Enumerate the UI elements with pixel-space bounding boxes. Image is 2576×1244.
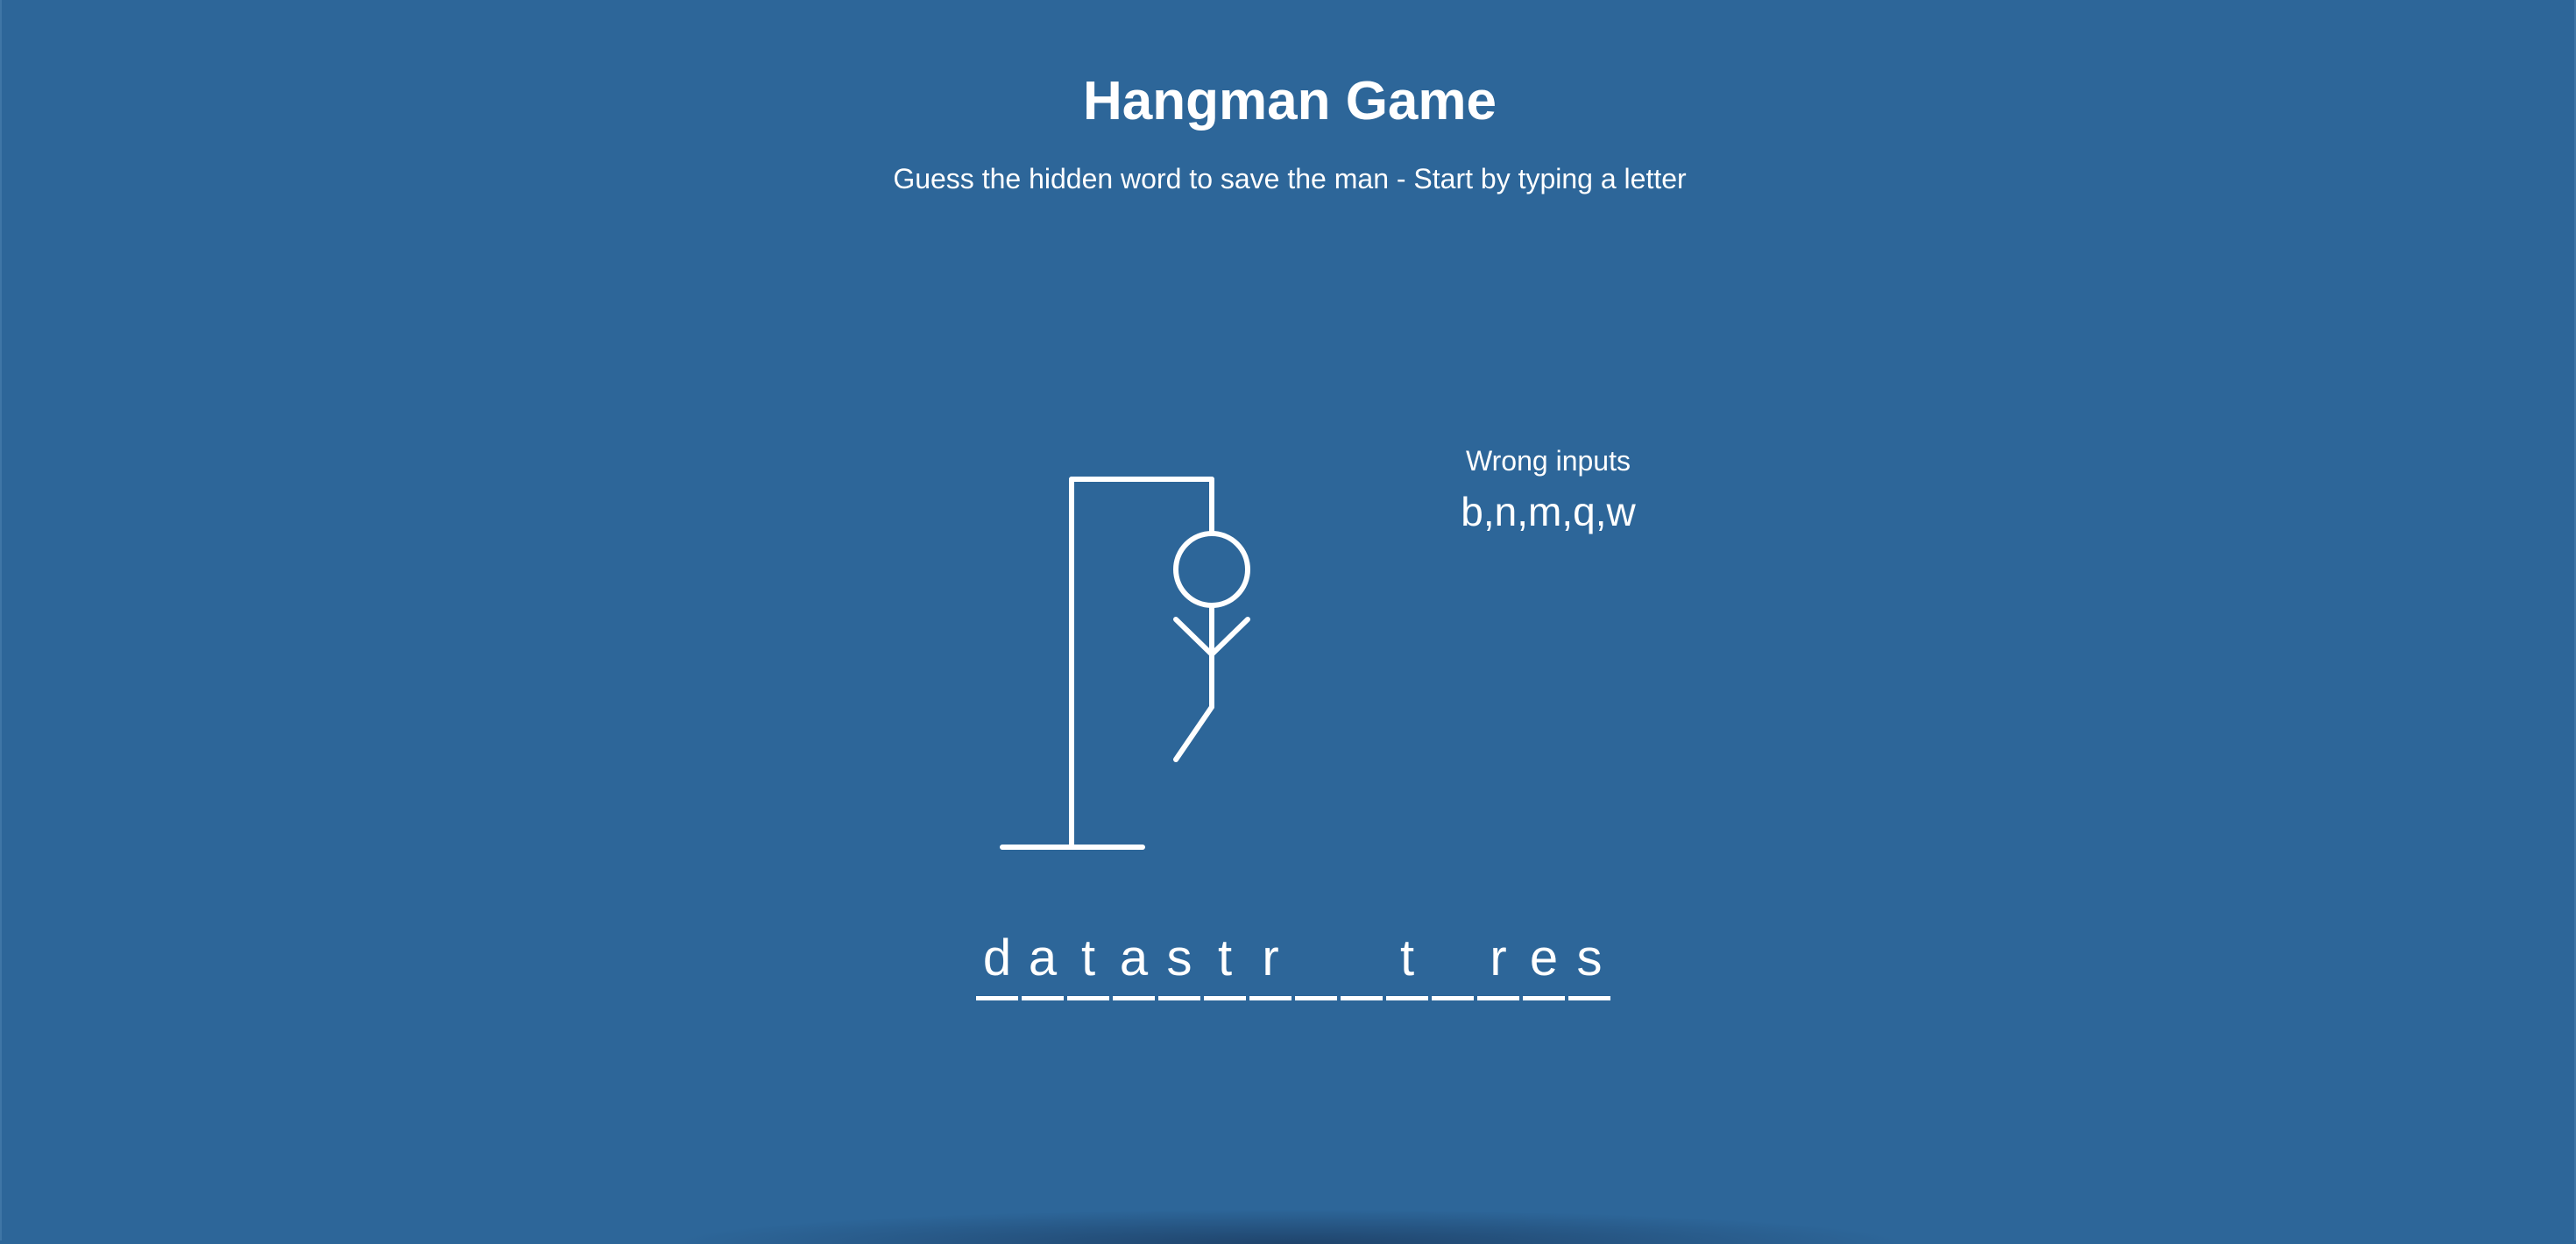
letter-slot: t xyxy=(1202,922,1248,1000)
wrong-inputs-letters: b,n,m,q,w xyxy=(1461,489,1636,534)
letter-underline xyxy=(1568,996,1610,1000)
letter-slot: t xyxy=(1384,922,1430,1000)
hangman-right-arm xyxy=(1209,617,1250,657)
letter-slot: d xyxy=(974,922,1020,1000)
hangman-drawing xyxy=(1000,477,1250,850)
letter-slot: r xyxy=(1248,922,1293,1000)
hidden-word: datastrtres xyxy=(974,922,1612,1000)
letter-char: a xyxy=(1119,929,1149,986)
letter-underline xyxy=(1113,996,1155,1000)
page-title: Hangman Game xyxy=(1082,71,1497,131)
letter-char: a xyxy=(1028,929,1058,986)
letter-underline xyxy=(1067,996,1109,1000)
letter-char: s xyxy=(1576,929,1603,986)
instructions-text: Guess the hidden word to save the man - … xyxy=(893,163,1687,194)
wrong-inputs-panel: Wrong inputs b,n,m,q,w xyxy=(1421,438,1675,540)
game-page: Hangman Game Guess the hidden word to sa… xyxy=(0,0,2576,1244)
letter-underline xyxy=(1341,996,1383,1000)
letter-slot: t xyxy=(1065,922,1111,1000)
letter-char: d xyxy=(982,929,1012,986)
letter-char: s xyxy=(1166,929,1192,986)
letter-underline xyxy=(1477,996,1519,1000)
letter-slot: a xyxy=(1111,922,1157,1000)
letter-char: r xyxy=(1262,929,1279,986)
letter-char: t xyxy=(1217,929,1233,986)
letter-char: r xyxy=(1490,929,1507,986)
hangman-head xyxy=(1173,531,1250,608)
letter-slot: e xyxy=(1521,922,1567,1000)
letter-slot xyxy=(1430,922,1476,1000)
letter-underline xyxy=(1523,996,1565,1000)
letter-slot xyxy=(1293,922,1339,1000)
bottom-shadow xyxy=(668,1209,1912,1244)
letter-underline xyxy=(1158,996,1200,1000)
letter-slot: r xyxy=(1476,922,1521,1000)
letter-underline xyxy=(1386,996,1428,1000)
letter-underline xyxy=(1204,996,1246,1000)
letter-underline xyxy=(1249,996,1292,1000)
letter-underline xyxy=(1432,996,1474,1000)
letter-char: e xyxy=(1529,929,1559,986)
hangman-left-arm xyxy=(1173,617,1214,657)
letter-slot: s xyxy=(1157,922,1202,1000)
letter-underline xyxy=(976,996,1018,1000)
letter-char: t xyxy=(1399,929,1415,986)
letter-slot: a xyxy=(1020,922,1065,1000)
hangman-left-leg xyxy=(1173,704,1214,762)
letter-slot xyxy=(1339,922,1384,1000)
wrong-inputs-label: Wrong inputs xyxy=(1466,445,1631,477)
letter-underline xyxy=(1295,996,1337,1000)
letter-underline xyxy=(1022,996,1064,1000)
letter-slot: s xyxy=(1567,922,1612,1000)
letter-char: t xyxy=(1080,929,1096,986)
